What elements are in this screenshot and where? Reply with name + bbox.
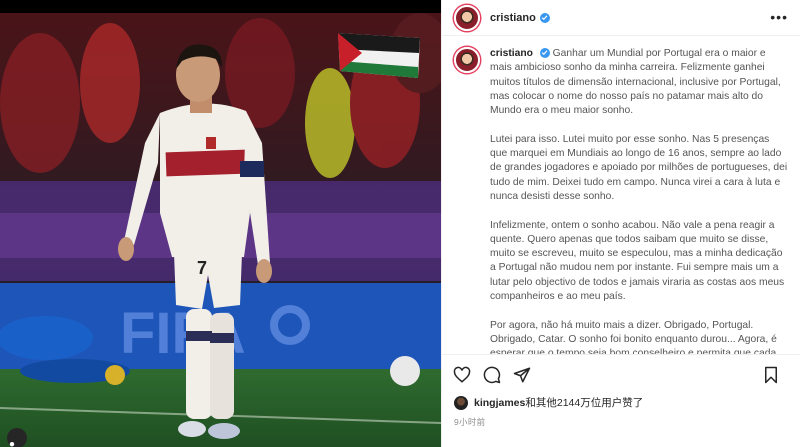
user-tags-button[interactable]	[7, 428, 27, 447]
caption-paragraph: Por agora, não há muito mais a dizer. Ob…	[490, 319, 777, 354]
caption-username[interactable]: cristiano	[490, 48, 533, 59]
caption-paragraph: Infelizmente, ontem o sonho acabou. Não …	[490, 219, 785, 303]
action-bar	[442, 354, 800, 394]
share-icon[interactable]	[512, 365, 532, 385]
photo-illustration: FIFA 7	[0, 13, 441, 447]
caption-avatar[interactable]	[454, 47, 480, 73]
photo-top-bar	[0, 0, 441, 13]
verified-badge-icon	[539, 12, 550, 23]
caption-verified-badge-icon	[539, 47, 550, 58]
shorts-number: 7	[197, 258, 207, 278]
header-username[interactable]: cristiano	[490, 12, 536, 24]
avatar[interactable]	[454, 4, 480, 31]
comment-icon[interactable]	[482, 365, 502, 385]
likes-count-text: 和其他2144万位用户赞了	[525, 397, 644, 409]
likes-summary[interactable]: kingjames 和其他2144万位用户赞了	[454, 395, 643, 410]
liker-avatar[interactable]	[454, 395, 468, 410]
post-timestamp[interactable]: 9小时前	[454, 416, 485, 428]
caption-paragraph: Lutei para isso. Lutei muito por esse so…	[490, 133, 788, 202]
caption-paragraph: cristiano Ganhar um Mundial por Portugal…	[490, 47, 789, 118]
caption-text: Ganhar um Mundial por Portugal era o mai…	[490, 48, 781, 117]
caption-scroll-area[interactable]: cristiano Ganhar um Mundial por Portugal…	[442, 37, 800, 354]
heart-icon[interactable]	[452, 365, 472, 385]
liker-username[interactable]: kingjames	[474, 397, 525, 409]
post-header: cristiano •••	[442, 0, 800, 36]
caption-body: cristiano Ganhar um Mundial por Portugal…	[490, 47, 789, 354]
post-photo[interactable]: FIFA 7	[0, 0, 441, 447]
bookmark-icon[interactable]	[761, 365, 781, 385]
post-detail-panel: cristiano ••• cristiano Ganhar um Mundia…	[441, 0, 800, 447]
more-options-icon[interactable]: •••	[770, 10, 788, 24]
